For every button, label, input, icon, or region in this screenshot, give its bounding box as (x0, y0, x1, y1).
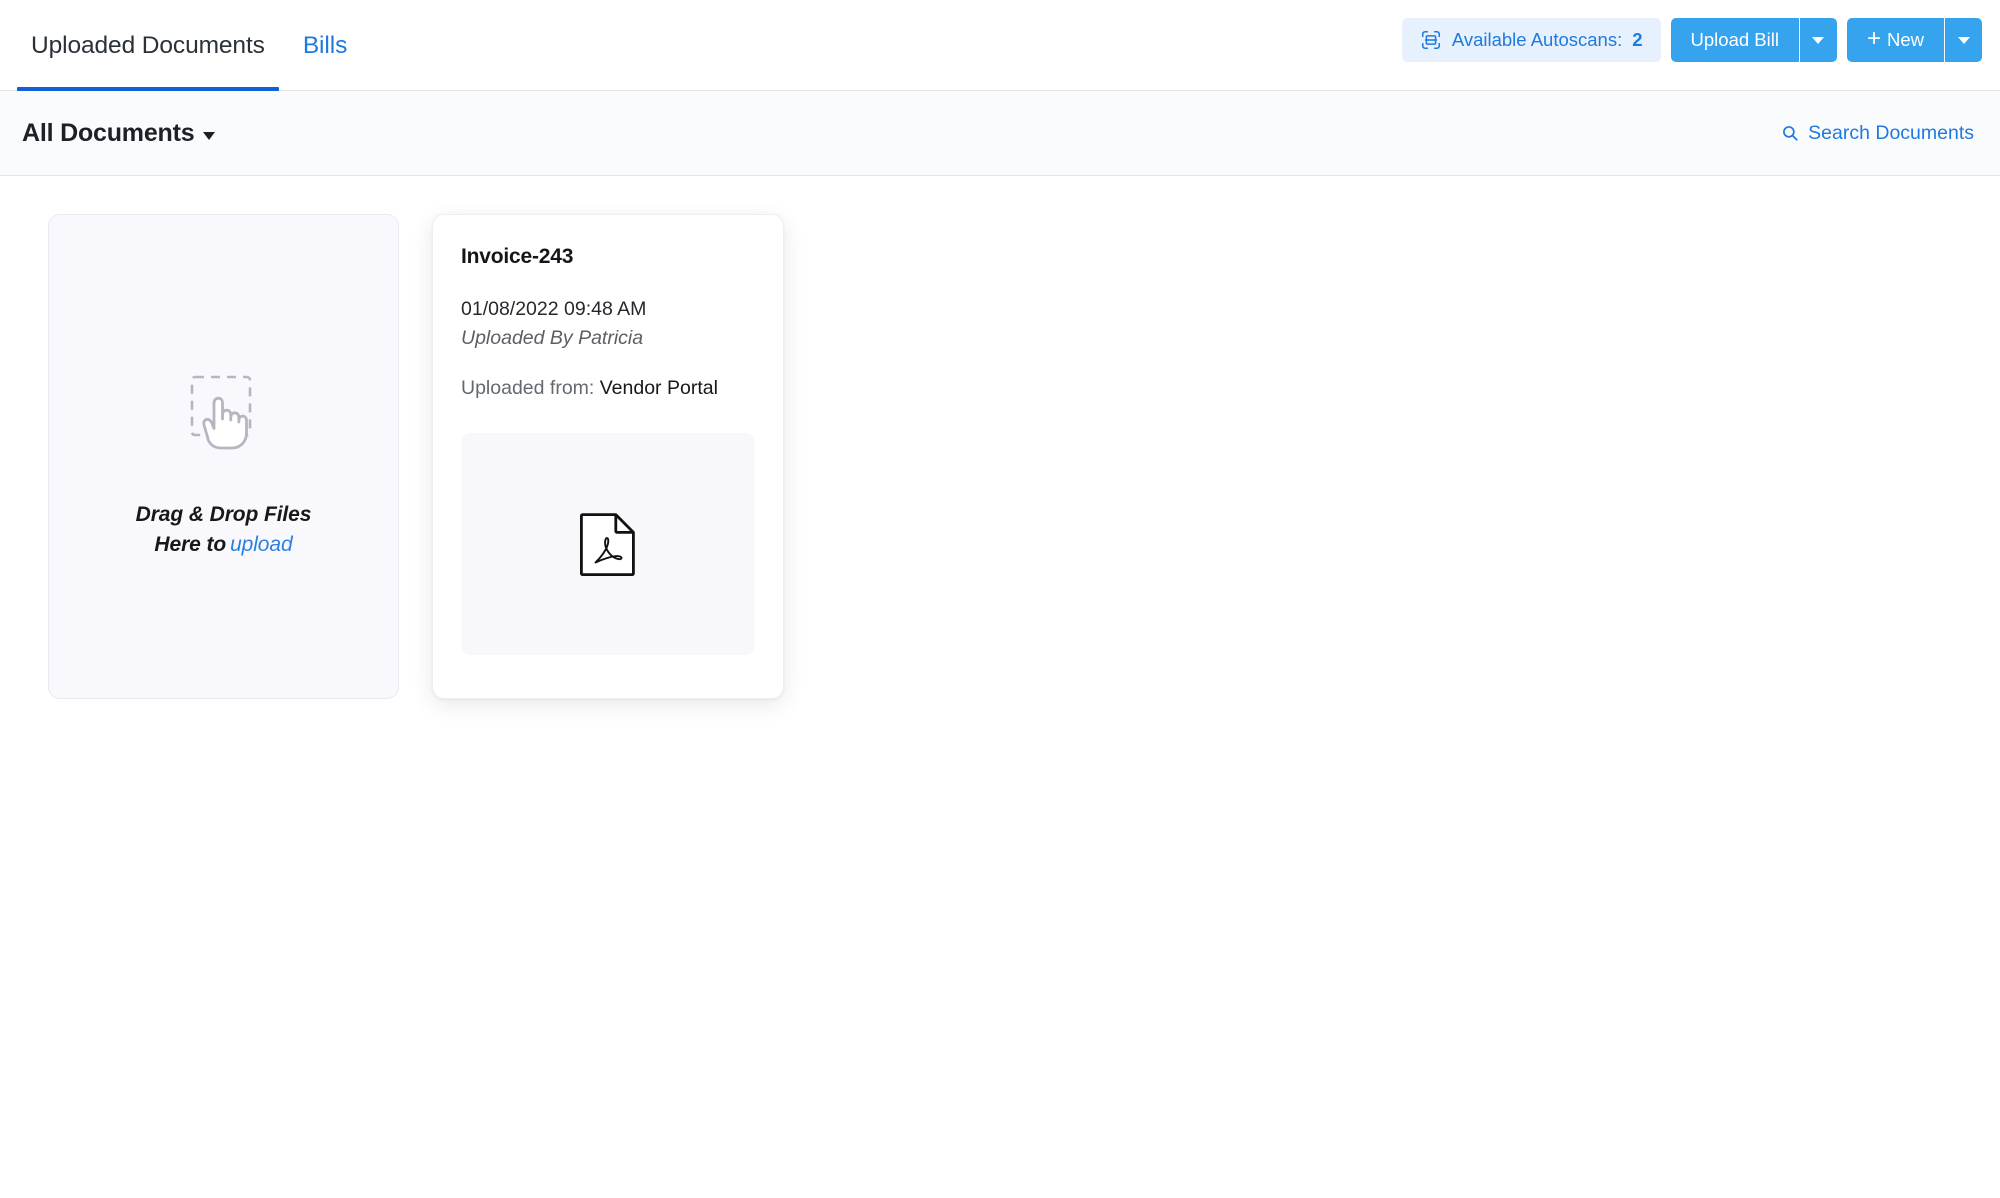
drag-drop-text: Drag & Drop Files Here toupload (136, 500, 312, 561)
app-root: Uploaded Documents Bills A (0, 0, 2000, 1198)
new-button-label: New (1887, 29, 1924, 51)
drag-drop-line-1: Drag & Drop Files (136, 500, 312, 530)
top-bar-actions: Available Autoscans: 2 Upload Bill + New (1402, 18, 1982, 62)
upload-bill-button-group: Upload Bill (1671, 18, 1837, 62)
chevron-down-icon (203, 132, 215, 140)
search-icon (1781, 124, 1799, 142)
upload-link[interactable]: upload (230, 533, 292, 556)
new-button-group: + New (1847, 18, 1982, 62)
available-autoscans-pill[interactable]: Available Autoscans: 2 (1402, 18, 1661, 62)
view-filter-label: All Documents (22, 119, 194, 148)
tab-bills-label: Bills (303, 32, 347, 60)
document-thumbnail[interactable] (461, 433, 755, 655)
new-button[interactable]: + New (1847, 18, 1944, 62)
document-source-value: Vendor Portal (600, 377, 718, 399)
drag-drop-line-2-wrap: Here toupload (136, 530, 312, 560)
documents-grid: Drag & Drop Files Here toupload Invoice-… (0, 176, 2000, 699)
tab-uploaded-documents[interactable]: Uploaded Documents (17, 0, 279, 91)
chevron-down-icon (1958, 37, 1970, 44)
top-bar: Uploaded Documents Bills A (0, 0, 2000, 91)
document-scan-icon (1420, 29, 1442, 51)
sub-bar: All Documents Search Documents (0, 91, 2000, 176)
search-documents-label: Search Documents (1808, 122, 1974, 145)
search-documents-button[interactable]: Search Documents (1781, 122, 1974, 145)
view-filter-dropdown[interactable]: All Documents (22, 119, 215, 148)
document-card[interactable]: Invoice-243 01/08/2022 09:48 AM Uploaded… (432, 214, 784, 699)
drag-drop-line-2: Here to (154, 533, 226, 556)
pdf-file-icon (579, 511, 637, 577)
document-uploaded-by: Uploaded By Patricia (461, 327, 755, 350)
upload-bill-button[interactable]: Upload Bill (1671, 18, 1799, 62)
tab-uploaded-documents-label: Uploaded Documents (31, 32, 265, 60)
new-dropdown-button[interactable] (1944, 18, 1982, 62)
drag-drop-upload-card[interactable]: Drag & Drop Files Here toupload (48, 214, 399, 699)
upload-bill-dropdown-button[interactable] (1799, 18, 1837, 62)
tab-bar: Uploaded Documents Bills (0, 0, 361, 91)
document-source: Uploaded from: Vendor Portal (461, 377, 755, 400)
drag-drop-hand-icon (168, 353, 280, 470)
chevron-down-icon (1812, 37, 1824, 44)
document-source-label: Uploaded from: (461, 377, 594, 399)
available-autoscans-label: Available Autoscans: (1452, 29, 1622, 51)
tab-bills[interactable]: Bills (279, 0, 361, 91)
document-title: Invoice-243 (461, 245, 755, 269)
plus-icon: + (1867, 27, 1881, 51)
available-autoscans-count: 2 (1632, 29, 1642, 51)
document-date: 01/08/2022 09:48 AM (461, 298, 755, 321)
